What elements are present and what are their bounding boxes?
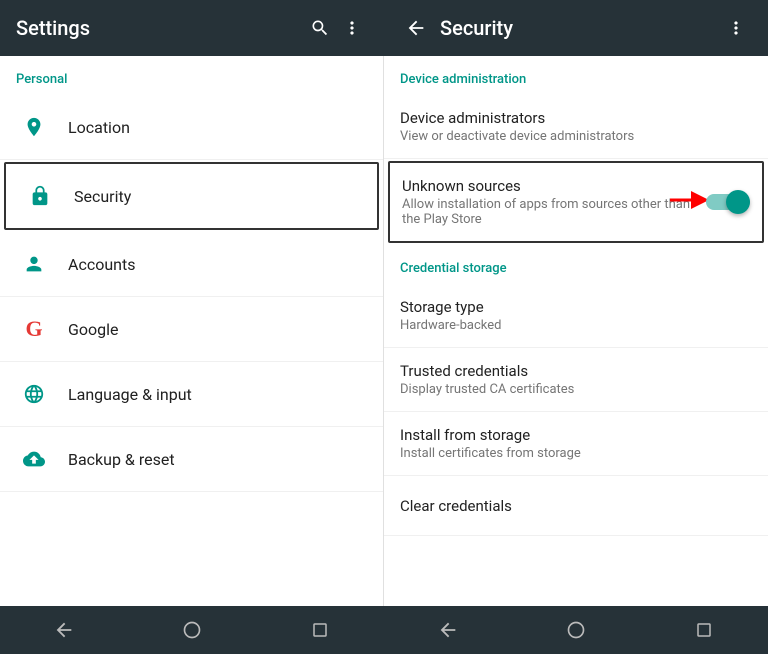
unknown-sources-toggle[interactable] (706, 190, 750, 214)
device-admin-text: Device administrators View or deactivate… (400, 109, 752, 144)
accounts-label: Accounts (68, 255, 135, 274)
storage-type-title: Storage type (400, 298, 752, 316)
top-bar-right: Security (384, 12, 768, 44)
clear-credentials-item[interactable]: Clear credentials (384, 476, 768, 536)
install-storage-subtitle: Install certificates from storage (400, 446, 752, 461)
device-admin-subtitle: View or deactivate device administrators (400, 129, 752, 144)
top-bar-left: Settings (0, 12, 384, 44)
bottom-nav-left (0, 610, 384, 650)
back-nav-button-left[interactable] (44, 610, 84, 650)
back-button[interactable] (400, 12, 432, 44)
app-title: Settings (16, 16, 304, 40)
device-admin-section-label: Device administration (384, 56, 768, 95)
language-label: Language & input (68, 385, 192, 404)
recent-nav-button-left[interactable] (300, 610, 340, 650)
location-label: Location (68, 118, 130, 137)
unknown-sources-subtitle: Allow installation of apps from sources … (402, 197, 706, 227)
trusted-creds-title: Trusted credentials (400, 362, 752, 380)
sidebar-item-location[interactable]: Location (0, 95, 383, 160)
trusted-creds-text: Trusted credentials Display trusted CA c… (400, 362, 752, 397)
unknown-sources-title: Unknown sources (402, 177, 706, 195)
home-nav-button-left[interactable] (172, 610, 212, 650)
storage-type-text: Storage type Hardware-backed (400, 298, 752, 333)
security-icon (22, 178, 58, 214)
security-label: Security (74, 187, 131, 206)
device-admin-title: Device administrators (400, 109, 752, 127)
unknown-sources-text: Unknown sources Allow installation of ap… (402, 177, 706, 227)
location-icon (16, 109, 52, 145)
credential-section-label: Credential storage (384, 245, 768, 284)
bottom-nav-right (384, 610, 768, 650)
clear-creds-text: Clear credentials (400, 497, 752, 515)
install-from-storage-item[interactable]: Install from storage Install certificate… (384, 412, 768, 476)
accounts-icon (16, 246, 52, 282)
sidebar-item-security[interactable]: Security (4, 162, 379, 230)
clear-creds-title: Clear credentials (400, 497, 752, 515)
left-panel: Personal Location Security (0, 56, 384, 606)
trusted-credentials-item[interactable]: Trusted credentials Display trusted CA c… (384, 348, 768, 412)
main-content: Personal Location Security (0, 56, 768, 606)
trusted-creds-subtitle: Display trusted CA certificates (400, 382, 752, 397)
install-storage-text: Install from storage Install certificate… (400, 426, 752, 461)
sidebar-item-accounts[interactable]: Accounts (0, 232, 383, 297)
search-button[interactable] (304, 12, 336, 44)
sidebar-item-language[interactable]: Language & input (0, 362, 383, 427)
language-icon (16, 376, 52, 412)
back-nav-button-right[interactable] (428, 610, 468, 650)
bottom-bar (0, 606, 768, 654)
backup-icon (16, 441, 52, 477)
device-administrators-item[interactable]: Device administrators View or deactivate… (384, 95, 768, 159)
backup-label: Backup & reset (68, 450, 175, 469)
google-icon: G (16, 311, 52, 347)
storage-type-subtitle: Hardware-backed (400, 318, 752, 333)
more-menu-button-left[interactable] (336, 12, 368, 44)
more-menu-button-right[interactable] (720, 12, 752, 44)
toggle-thumb (726, 190, 750, 214)
right-panel: Device administration Device administrat… (384, 56, 768, 606)
home-nav-button-right[interactable] (556, 610, 596, 650)
sidebar-item-backup[interactable]: Backup & reset (0, 427, 383, 492)
sidebar-item-google[interactable]: G Google (0, 297, 383, 362)
section-title: Security (440, 16, 720, 40)
storage-type-item[interactable]: Storage type Hardware-backed (384, 284, 768, 348)
unknown-sources-item[interactable]: Unknown sources Allow installation of ap… (388, 161, 764, 243)
google-label: Google (68, 320, 119, 339)
personal-section-label: Personal (0, 56, 383, 95)
install-storage-title: Install from storage (400, 426, 752, 444)
top-bar: Settings Security (0, 0, 768, 56)
recent-nav-button-right[interactable] (684, 610, 724, 650)
